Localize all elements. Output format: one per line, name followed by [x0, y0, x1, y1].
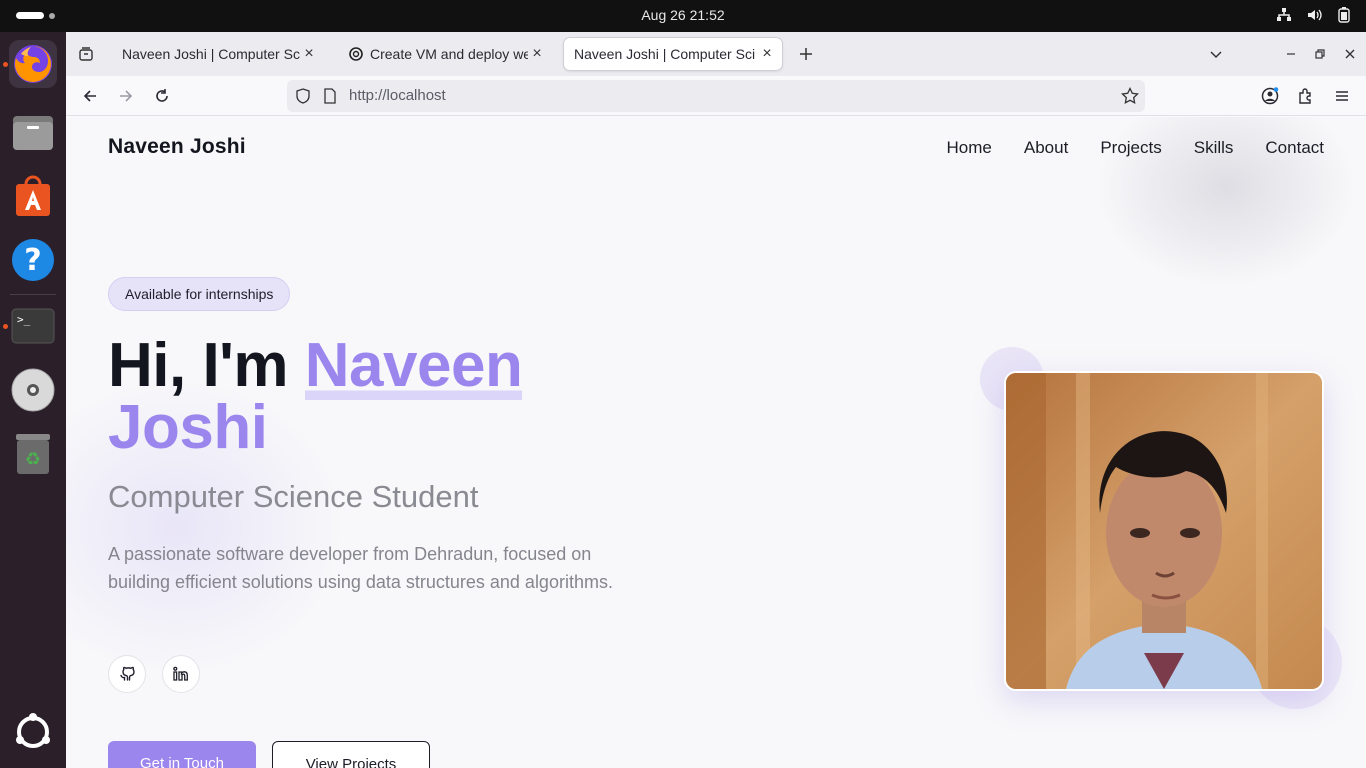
- close-tab-icon[interactable]: ×: [528, 45, 546, 63]
- site-brand[interactable]: Naveen Joshi: [108, 135, 246, 159]
- firefox-icon[interactable]: [9, 40, 57, 88]
- hero-subtitle: Computer Science Student: [108, 479, 479, 514]
- page-info-icon[interactable]: [323, 88, 337, 109]
- account-icon[interactable]: [1258, 84, 1282, 108]
- availability-badge: Available for internships: [108, 277, 291, 311]
- reload-icon[interactable]: [150, 84, 174, 108]
- app-center-icon[interactable]: [9, 172, 57, 220]
- list-tabs-icon[interactable]: [1204, 42, 1228, 66]
- hero-name-last: Joshi: [108, 393, 268, 462]
- hero-description: A passionate software developer from Deh…: [108, 544, 613, 592]
- back-icon[interactable]: [78, 84, 102, 108]
- minimize-icon[interactable]: [1279, 42, 1303, 66]
- tab-portfolio-active[interactable]: Naveen Joshi | Computer Sci ×: [564, 38, 782, 70]
- navigation-toolbar: http://localhost: [66, 76, 1366, 116]
- openai-icon: [349, 47, 363, 61]
- extensions-icon[interactable]: [1294, 84, 1318, 108]
- view-projects-button[interactable]: View Projects: [272, 741, 430, 768]
- show-apps-icon[interactable]: [9, 708, 57, 756]
- hero-title: Hi, I'm Naveen Joshi: [108, 331, 668, 462]
- running-indicator: [3, 62, 8, 67]
- restore-icon[interactable]: [1308, 42, 1332, 66]
- shield-icon[interactable]: [295, 88, 311, 109]
- nav-skills[interactable]: Skills: [1194, 138, 1234, 158]
- address-bar[interactable]: http://localhost: [287, 80, 1145, 112]
- svg-text:♻: ♻: [25, 449, 41, 470]
- tab-title: Naveen Joshi | Computer Sci: [574, 46, 756, 62]
- hero-name-first: Naveen: [304, 331, 523, 400]
- tab-portfolio-1[interactable]: Naveen Joshi | Computer Sci ×: [112, 38, 324, 70]
- tab-bar: Naveen Joshi | Computer Sci × Create VM …: [66, 32, 1366, 76]
- terminal-icon[interactable]: >_: [9, 302, 57, 350]
- system-clock[interactable]: Aug 26 21:52: [0, 7, 1366, 23]
- nav-projects[interactable]: Projects: [1100, 138, 1161, 158]
- url-text[interactable]: http://localhost: [349, 87, 446, 104]
- hero-greeting: Hi, I'm: [108, 331, 305, 400]
- tab-overview-icon[interactable]: [74, 42, 98, 66]
- system-tray[interactable]: [1276, 6, 1352, 24]
- tab-title: Naveen Joshi | Computer Sci: [122, 46, 304, 62]
- svg-text:>_: >_: [17, 313, 31, 326]
- new-tab-icon[interactable]: [794, 42, 818, 66]
- volume-icon[interactable]: [1306, 6, 1322, 24]
- linkedin-icon[interactable]: [162, 655, 200, 693]
- browser-window: Naveen Joshi | Computer Sci × Create VM …: [66, 32, 1366, 768]
- close-window-icon[interactable]: [1338, 42, 1362, 66]
- bookmark-star-icon[interactable]: [1121, 86, 1139, 110]
- github-icon[interactable]: [108, 655, 146, 693]
- battery-icon[interactable]: [1336, 6, 1352, 24]
- site-nav: Home About Projects Skills Contact: [947, 138, 1324, 158]
- svg-text:?: ?: [24, 243, 41, 278]
- nav-about[interactable]: About: [1024, 138, 1068, 158]
- nav-home[interactable]: Home: [947, 138, 992, 158]
- network-icon[interactable]: [1276, 6, 1292, 24]
- nav-contact[interactable]: Contact: [1265, 138, 1324, 158]
- system-top-bar: Aug 26 21:52: [0, 0, 1366, 32]
- close-tab-icon[interactable]: ×: [758, 45, 776, 63]
- help-icon[interactable]: ?: [9, 236, 57, 284]
- files-icon[interactable]: [9, 108, 57, 156]
- profile-photo: [1004, 371, 1324, 691]
- running-indicator: [3, 324, 8, 329]
- get-in-touch-button[interactable]: Get in Touch: [108, 741, 256, 768]
- disc-icon[interactable]: [9, 366, 57, 414]
- forward-icon[interactable]: [114, 84, 138, 108]
- dock: ? >_ ♻: [0, 32, 66, 768]
- trash-icon[interactable]: ♻: [9, 430, 57, 478]
- close-tab-icon[interactable]: ×: [300, 45, 318, 63]
- tab-create-vm[interactable]: Create VM and deploy we ×: [338, 38, 552, 70]
- web-page: Naveen Joshi Home About Projects Skills …: [66, 117, 1366, 768]
- tab-title: Create VM and deploy we: [370, 46, 532, 62]
- menu-icon[interactable]: [1330, 84, 1354, 108]
